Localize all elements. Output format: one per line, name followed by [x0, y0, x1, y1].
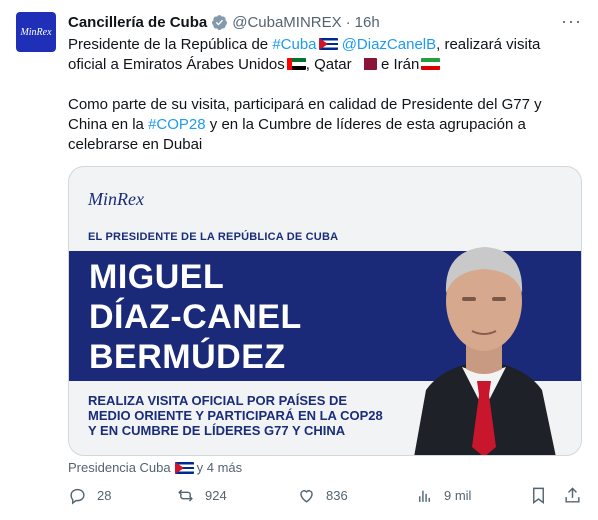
hashtag-cuba-link[interactable]: #Cuba — [272, 36, 316, 53]
avatar[interactable]: MinRex — [16, 12, 56, 52]
iran-flag-icon — [421, 58, 441, 70]
author-handle[interactable]: @CubaMINREX — [232, 14, 341, 31]
bookmark-button[interactable] — [529, 486, 558, 505]
source-suffix[interactable]: y 4 más — [197, 460, 243, 475]
card-description: REALIZA VISITA OFICIAL POR PAÍSES DE MED… — [88, 393, 418, 438]
cuba-flag-icon — [318, 38, 338, 50]
card-desc-line: MEDIO ORIENTE Y PARTICIPARÁ EN LA COP28 — [88, 408, 383, 423]
reply-count: 28 — [97, 488, 112, 503]
separator-dot: · — [345, 13, 351, 31]
share-icon — [565, 487, 580, 503]
card-name-line: MIGUEL — [89, 258, 225, 296]
bookmark-icon — [533, 487, 544, 505]
heart-icon — [300, 490, 313, 503]
card-subtitle: EL PRESIDENTE DE LA REPÚBLICA DE CUBA — [88, 231, 339, 243]
repost-count: 924 — [205, 488, 227, 503]
hashtag-cop28-link[interactable]: #COP28 — [148, 116, 206, 133]
tweet-text: Presidente de la República de #Cuba @Dia… — [68, 35, 568, 155]
reply-button[interactable]: 28 — [68, 486, 111, 505]
author-name[interactable]: Cancillería de Cuba — [68, 14, 207, 31]
minrex-logo: MinRex — [88, 189, 144, 209]
media-source[interactable]: Presidencia Cuba y 4 más — [68, 460, 242, 475]
card-name-line: DÍAZ-CANEL — [89, 298, 302, 336]
timestamp[interactable]: 16h — [355, 14, 380, 31]
more-options-icon[interactable]: ··· — [561, 12, 582, 30]
card-desc-line: Y EN CUMBRE DE LÍDERES G77 Y CHINA — [88, 423, 346, 438]
media-card[interactable]: MinRex EL PRESIDENTE DE LA REPÚBLICA DE … — [68, 166, 582, 456]
card-desc-line: REALIZA VISITA OFICIAL POR PAÍSES DE — [88, 393, 348, 408]
repost-icon — [178, 489, 193, 502]
views-button[interactable]: 9 mil — [415, 486, 471, 505]
avatar-text: MinRex — [20, 26, 52, 38]
qatar-flag-icon — [357, 58, 377, 70]
reply-icon — [70, 488, 85, 505]
mention-link[interactable]: @DiazCanelB — [342, 36, 436, 53]
action-bar: 28 924 836 9 mil — [68, 486, 584, 510]
like-count: 836 — [326, 488, 348, 503]
views-chart-icon — [419, 490, 430, 502]
tweet-header: Cancillería de Cuba @CubaMINREX · 16h ··… — [68, 12, 582, 32]
paragraph-2: Como parte de su visita, participará en … — [68, 95, 568, 155]
text-segment: , Qatar — [305, 56, 356, 73]
president-portrait — [414, 247, 556, 455]
paragraph-1: Presidente de la República de #Cuba @Dia… — [68, 35, 568, 75]
views-count: 9 mil — [444, 488, 472, 503]
share-button[interactable] — [563, 486, 592, 505]
card-name-line: BERMÚDEZ — [89, 338, 286, 376]
cuba-flag-icon — [174, 461, 194, 474]
verified-icon — [212, 14, 228, 30]
source-name[interactable]: Presidencia Cuba — [68, 460, 171, 475]
repost-button[interactable]: 924 — [176, 486, 227, 505]
text-segment: Presidente de la República de — [68, 36, 273, 53]
text-segment: e Irán — [376, 56, 420, 73]
uae-flag-icon — [286, 58, 306, 70]
like-button[interactable]: 836 — [297, 486, 348, 505]
